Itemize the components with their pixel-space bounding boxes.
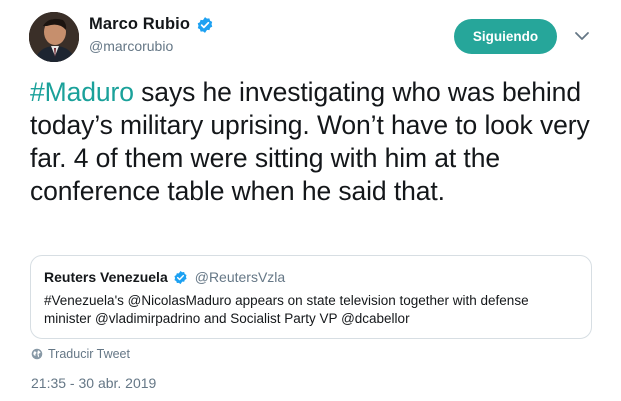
author-name-row: Marco Rubio	[89, 15, 214, 34]
author-display-name[interactable]: Marco Rubio	[89, 15, 190, 34]
globe-icon	[31, 348, 43, 360]
tweet-text: #Maduro says he investigating who was be…	[30, 76, 600, 208]
quoted-tweet-header: Reuters Venezuela @ReutersVzla	[44, 269, 285, 285]
verified-badge-icon	[174, 270, 187, 284]
quoted-tweet-card[interactable]: Reuters Venezuela @ReutersVzla #Venezuel…	[30, 255, 592, 339]
quoted-tweet-text: #Venezuela's @NicolasMaduro appears on s…	[44, 293, 529, 326]
translate-tweet-link[interactable]: Traducir Tweet	[31, 347, 130, 361]
quoted-handle: @ReutersVzla	[194, 269, 286, 285]
verified-badge-icon	[197, 16, 213, 33]
hashtag-link[interactable]: #Maduro	[30, 77, 134, 107]
chevron-down-icon[interactable]	[573, 29, 591, 43]
translate-label: Traducir Tweet	[48, 347, 130, 361]
quoted-display-name: Reuters Venezuela	[44, 269, 168, 285]
author-handle[interactable]: @marcorubio	[89, 38, 173, 54]
tweet-timestamp[interactable]: 21:35 - 30 abr. 2019	[31, 375, 156, 391]
following-button[interactable]: Siguiendo	[454, 19, 557, 54]
avatar-photo	[29, 12, 79, 62]
avatar[interactable]	[29, 12, 79, 62]
